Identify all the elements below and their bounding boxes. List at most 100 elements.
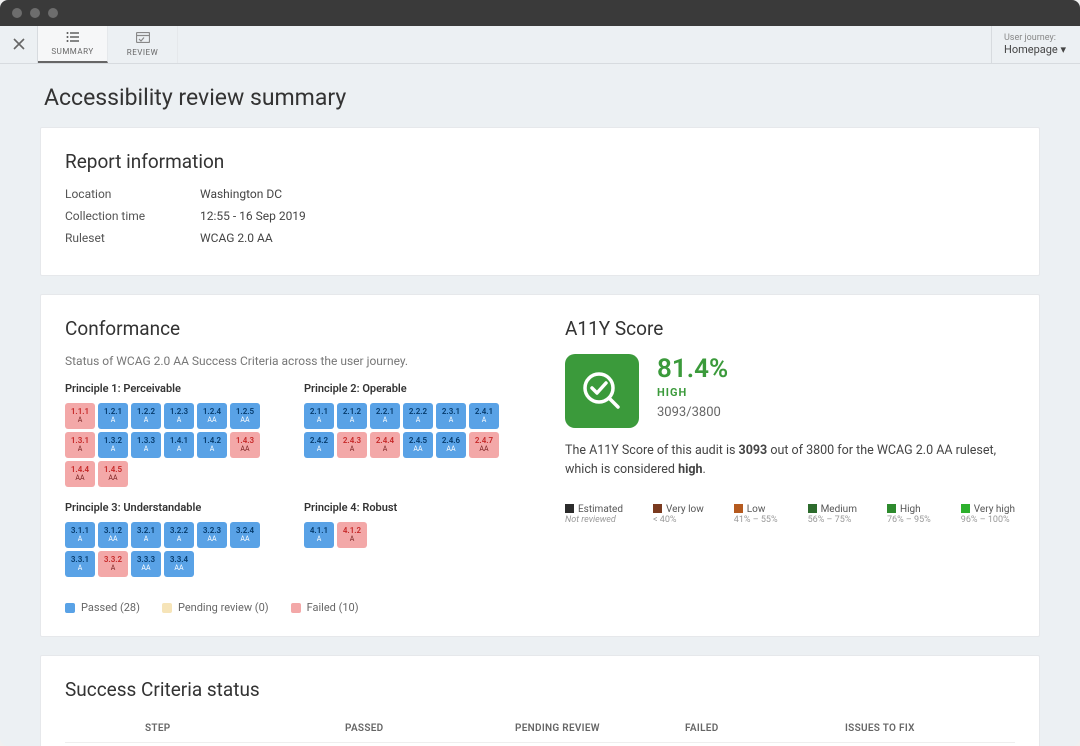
conformance-subtext: Status of WCAG 2.0 AA Success Criteria a… <box>65 354 525 368</box>
chip-level: A <box>317 417 322 425</box>
criterion-chip[interactable]: 2.4.2A <box>304 432 334 458</box>
scale-name: Medium <box>821 504 857 515</box>
chip-level: A <box>210 446 215 454</box>
tab-label: SUMMARY <box>51 47 93 56</box>
criterion-chip[interactable]: 2.4.4A <box>370 432 400 458</box>
criterion-chip[interactable]: 3.1.2AA <box>98 522 128 548</box>
chip-level: A <box>111 417 116 425</box>
chip-level: A <box>482 417 487 425</box>
scale-range: 41% – 55% <box>734 515 778 525</box>
criterion-chip[interactable]: 2.1.2A <box>337 403 367 429</box>
legend-pending: Pending review (0) <box>162 601 269 614</box>
scale-swatch <box>565 504 574 513</box>
scale-range: 96% – 100% <box>961 515 1015 525</box>
a11y-badge-icon <box>565 354 639 428</box>
criterion-chip[interactable]: 1.1.1A <box>65 403 95 429</box>
criterion-chip[interactable]: 3.2.4AA <box>230 522 260 548</box>
window-dot[interactable] <box>30 8 40 18</box>
list-icon <box>66 31 80 46</box>
chip-level: AA <box>207 536 216 544</box>
criterion-chip[interactable]: 3.2.3AA <box>197 522 227 548</box>
chip-level: A <box>383 417 388 425</box>
tab-summary[interactable]: SUMMARY <box>38 26 108 63</box>
a11y-description: The A11Y Score of this audit is 3093 out… <box>565 442 1015 480</box>
criterion-chip[interactable]: 1.2.5AA <box>230 403 260 429</box>
criterion-chip[interactable]: 3.3.1A <box>65 551 95 577</box>
info-label: Collection time <box>65 209 200 223</box>
conformance-col: Conformance Status of WCAG 2.0 AA Succes… <box>65 317 525 614</box>
criterion-chip[interactable]: 3.2.1A <box>131 522 161 548</box>
criterion-chip[interactable]: 1.3.2A <box>98 432 128 458</box>
chip-level: A <box>78 536 83 544</box>
scale-name: Very low <box>666 504 704 515</box>
chip-level: A <box>317 536 322 544</box>
chip-level: AA <box>446 446 455 454</box>
close-button[interactable] <box>0 26 38 63</box>
chip-level: AA <box>240 446 249 454</box>
criterion-chip[interactable]: 1.3.1A <box>65 432 95 458</box>
criterion-chip[interactable]: 3.2.2A <box>164 522 194 548</box>
criterion-chip[interactable]: 1.4.3AA <box>230 432 260 458</box>
criterion-chip[interactable]: 1.4.5AA <box>98 461 128 487</box>
criterion-chip[interactable]: 2.4.7AA <box>469 432 499 458</box>
scale-range: < 40% <box>653 515 704 525</box>
info-row: LocationWashington DC <box>65 187 1015 201</box>
chip-level: A <box>144 446 149 454</box>
criterion-chip[interactable]: 2.1.1A <box>304 403 334 429</box>
scale-name: Low <box>747 504 766 515</box>
criterion-chip[interactable]: 2.4.5AA <box>403 432 433 458</box>
chip-level: A <box>144 536 149 544</box>
criterion-chip[interactable]: 2.4.1A <box>469 403 499 429</box>
info-row: RulesetWCAG 2.0 AA <box>65 231 1015 245</box>
scale-name: Very high <box>974 504 1015 515</box>
user-journey-value: Homepage ▾ <box>1004 43 1066 56</box>
criterion-chip[interactable]: 3.1.1A <box>65 522 95 548</box>
window-dot[interactable] <box>48 8 58 18</box>
criterion-chip[interactable]: 1.4.2A <box>197 432 227 458</box>
criterion-chip[interactable]: 3.3.3AA <box>131 551 161 577</box>
criterion-chip[interactable]: 1.4.4AA <box>65 461 95 487</box>
info-value: WCAG 2.0 AA <box>200 231 273 245</box>
scale-range: 56% – 75% <box>808 515 857 525</box>
principle: Principle 1: Perceivable1.1.1A1.2.1A1.2.… <box>65 382 286 487</box>
scale-swatch <box>808 504 817 513</box>
status-heading: Success Criteria status <box>65 678 1015 701</box>
scale-swatch <box>653 504 662 513</box>
criterion-chip[interactable]: 4.1.2A <box>337 522 367 548</box>
chip-level: A <box>177 446 182 454</box>
criterion-chip[interactable]: 1.2.3A <box>164 403 194 429</box>
criterion-chip[interactable]: 3.3.4AA <box>164 551 194 577</box>
chip-level: AA <box>207 417 216 425</box>
a11y-col: A11Y Score 81.4% HIGH 3093/3800 The A11Y… <box>565 317 1015 614</box>
criterion-chip[interactable]: 4.1.1A <box>304 522 334 548</box>
criterion-chip[interactable]: 1.2.1A <box>98 403 128 429</box>
criterion-chip[interactable]: 2.3.1A <box>436 403 466 429</box>
scale-item: EstimatedNot reviewed <box>565 504 623 525</box>
user-journey-selector[interactable]: User journey: Homepage ▾ <box>991 26 1080 63</box>
criterion-chip[interactable]: 3.3.2A <box>98 551 128 577</box>
criterion-chip[interactable]: 1.3.3A <box>131 432 161 458</box>
criterion-chip[interactable]: 2.2.2A <box>403 403 433 429</box>
chip-level: A <box>350 446 355 454</box>
status-table-head: STEP PASSED PENDING REVIEW FAILED ISSUES… <box>65 715 1015 743</box>
window-dot[interactable] <box>12 8 22 18</box>
scale-swatch <box>961 504 970 513</box>
chip-level: A <box>111 446 116 454</box>
criterion-chip[interactable]: 2.4.3A <box>337 432 367 458</box>
principle: Principle 3: Understandable3.1.1A3.1.2AA… <box>65 501 286 577</box>
tab-review[interactable]: REVIEW <box>108 26 178 63</box>
scale-swatch <box>734 504 743 513</box>
criterion-chip[interactable]: 1.2.4AA <box>197 403 227 429</box>
chip-level: A <box>78 565 83 573</box>
chip-level: AA <box>479 446 488 454</box>
scale-item: Very high96% – 100% <box>961 504 1015 525</box>
criterion-chip[interactable]: 2.2.1A <box>370 403 400 429</box>
a11y-level: HIGH <box>657 386 728 399</box>
chip-level: A <box>449 417 454 425</box>
report-info-heading: Report information <box>65 150 1015 173</box>
criterion-chip[interactable]: 1.2.2A <box>131 403 161 429</box>
info-label: Location <box>65 187 200 201</box>
criterion-chip[interactable]: 1.4.1A <box>164 432 194 458</box>
a11y-heading: A11Y Score <box>565 317 1015 340</box>
criterion-chip[interactable]: 2.4.6AA <box>436 432 466 458</box>
